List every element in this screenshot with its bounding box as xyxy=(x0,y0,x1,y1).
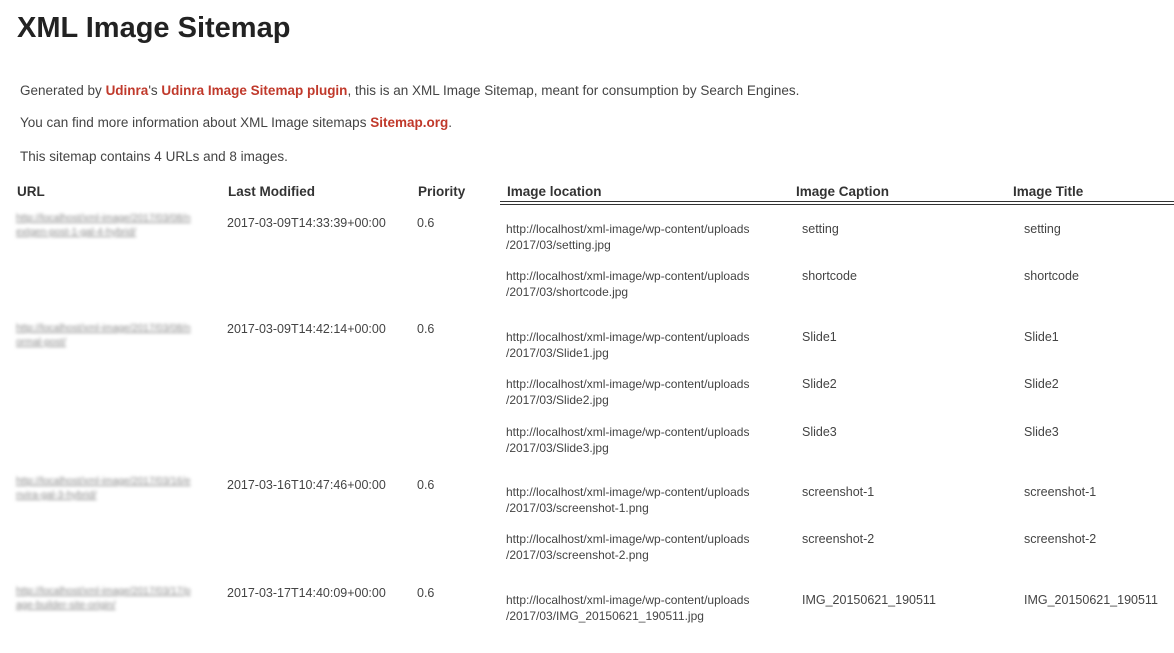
image-location-line: http://localhost/xml-image/wp-content/up… xyxy=(506,532,750,546)
intro-text: , this is an XML Image Sitemap, meant fo… xyxy=(347,83,800,98)
intro-text: Generated by xyxy=(20,83,106,98)
header-image-caption: Image Caption xyxy=(796,184,890,199)
header-priority: Priority xyxy=(418,184,466,199)
header-divider xyxy=(500,204,1174,205)
intro-text: . xyxy=(448,115,452,130)
sitemap-summary: This sitemap contains 4 URLs and 8 image… xyxy=(20,149,288,164)
entry-last-modified: 2017-03-16T10:47:46+00:00 xyxy=(227,478,386,492)
image-location: http://localhost/xml-image/wp-content/up… xyxy=(506,376,796,408)
image-caption: Slide2 xyxy=(802,377,837,391)
image-location-line: /2017/03/Slide3.jpg xyxy=(506,441,609,455)
header-divider xyxy=(500,201,1174,202)
entry-last-modified: 2017-03-09T14:42:14+00:00 xyxy=(227,322,386,336)
image-location-line: /2017/03/IMG_20150621_190511.jpg xyxy=(506,609,704,623)
image-location: http://localhost/xml-image/wp-content/up… xyxy=(506,221,796,253)
image-location-line: http://localhost/xml-image/wp-content/up… xyxy=(506,222,750,236)
image-title: Slide2 xyxy=(1024,377,1059,391)
page-title: XML Image Sitemap xyxy=(17,12,291,44)
image-title: screenshot-2 xyxy=(1024,532,1097,546)
intro-text: 's xyxy=(148,83,162,98)
intro-text: You can find more information about XML … xyxy=(20,115,371,130)
entry-url-link[interactable]: http://localhost/xml-image/2017/03/16/en… xyxy=(16,475,196,503)
image-location-line: /2017/03/Slide2.jpg xyxy=(506,393,609,407)
image-caption: IMG_20150621_190511 xyxy=(802,593,936,607)
entry-last-modified: 2017-03-09T14:33:39+00:00 xyxy=(227,216,386,230)
image-location: http://localhost/xml-image/wp-content/up… xyxy=(506,592,796,624)
intro-generated-by: Generated by Udinra's Udinra Image Sitem… xyxy=(20,83,799,98)
image-location-line: http://localhost/xml-image/wp-content/up… xyxy=(506,425,750,439)
image-title: screenshot-1 xyxy=(1024,485,1097,499)
plugin-link[interactable]: Udinra Image Sitemap plugin xyxy=(161,83,347,98)
entry-url-link[interactable]: http://localhost/xml-image/2017/03/17/pa… xyxy=(16,585,196,613)
intro-more-info: You can find more information about XML … xyxy=(20,115,452,130)
sitemap-org-link[interactable]: Sitemap.org xyxy=(370,115,448,130)
image-title: Slide3 xyxy=(1024,425,1059,439)
image-location: http://localhost/xml-image/wp-content/up… xyxy=(506,531,796,563)
image-location-line: http://localhost/xml-image/wp-content/up… xyxy=(506,485,750,499)
image-location-line: /2017/03/setting.jpg xyxy=(506,238,611,252)
udinra-link[interactable]: Udinra xyxy=(106,83,149,98)
image-location: http://localhost/xml-image/wp-content/up… xyxy=(506,329,796,361)
image-caption: screenshot-2 xyxy=(802,532,875,546)
image-location-line: /2017/03/screenshot-2.png xyxy=(506,548,649,562)
header-image-title: Image Title xyxy=(1013,184,1084,199)
header-image-location: Image location xyxy=(507,184,602,199)
image-title: shortcode xyxy=(1024,269,1079,283)
image-title: Slide1 xyxy=(1024,330,1059,344)
header-url: URL xyxy=(17,184,45,199)
image-caption: screenshot-1 xyxy=(802,485,875,499)
image-location: http://localhost/xml-image/wp-content/up… xyxy=(506,424,796,456)
image-location-line: /2017/03/shortcode.jpg xyxy=(506,285,629,299)
image-caption: Slide3 xyxy=(802,425,837,439)
entry-priority: 0.6 xyxy=(417,322,435,336)
entry-url-link[interactable]: http://localhost/xml-image/2017/03/08/no… xyxy=(16,322,196,350)
image-location-line: /2017/03/Slide1.jpg xyxy=(506,346,609,360)
entry-priority: 0.6 xyxy=(417,478,435,492)
image-location: http://localhost/xml-image/wp-content/up… xyxy=(506,484,796,516)
image-location: http://localhost/xml-image/wp-content/up… xyxy=(506,268,796,300)
image-location-line: http://localhost/xml-image/wp-content/up… xyxy=(506,330,750,344)
entry-priority: 0.6 xyxy=(417,586,435,600)
entry-last-modified: 2017-03-17T14:40:09+00:00 xyxy=(227,586,386,600)
image-caption: shortcode xyxy=(802,269,857,283)
entry-url-link[interactable]: http://localhost/xml-image/2017/03/08/ne… xyxy=(16,212,196,240)
image-caption: Slide1 xyxy=(802,330,837,344)
image-caption: setting xyxy=(802,222,839,236)
image-title: setting xyxy=(1024,222,1061,236)
entry-priority: 0.6 xyxy=(417,216,435,230)
image-title: IMG_20150621_190511 xyxy=(1024,593,1158,607)
header-last-modified: Last Modified xyxy=(228,184,315,199)
image-location-line: http://localhost/xml-image/wp-content/up… xyxy=(506,269,750,283)
image-location-line: /2017/03/screenshot-1.png xyxy=(506,501,649,515)
image-location-line: http://localhost/xml-image/wp-content/up… xyxy=(506,377,750,391)
image-location-line: http://localhost/xml-image/wp-content/up… xyxy=(506,593,750,607)
